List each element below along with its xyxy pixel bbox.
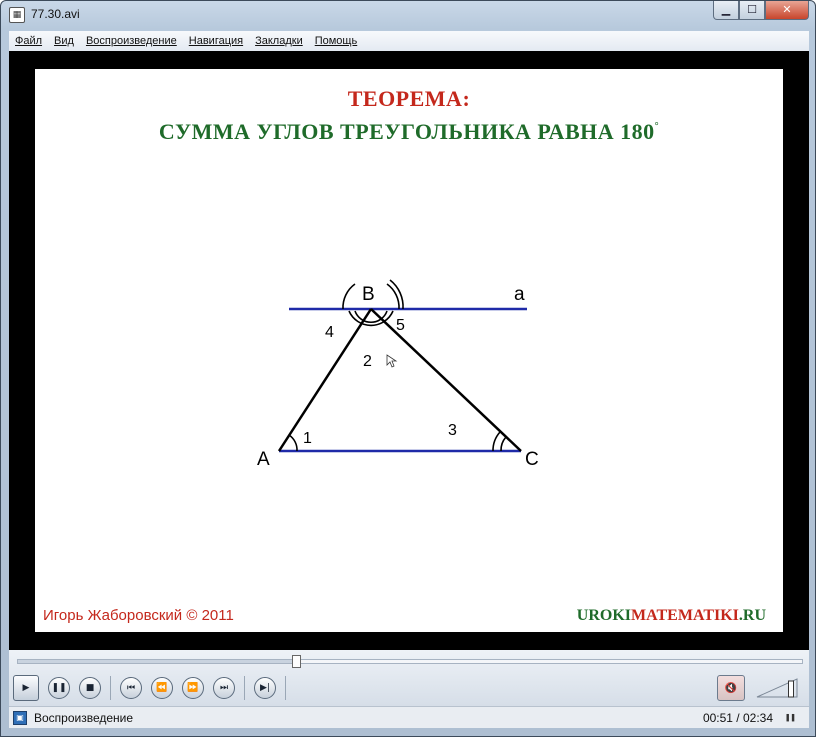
time-display: 00:51 / 02:34: [702, 711, 773, 725]
close-button[interactable]: ✕: [765, 1, 809, 20]
status-bar: ▣ Воспроизведение 00:51 / 02:34 ❚❚: [9, 706, 809, 728]
skip-back-icon: ⏮: [126, 683, 136, 693]
mouse-cursor-icon: [386, 354, 398, 368]
status-text: Воспроизведение: [34, 711, 134, 725]
play-icon: ▶: [22, 683, 30, 693]
label-a: A: [257, 449, 270, 470]
side-bc: [370, 308, 522, 452]
menu-bookmarks[interactable]: Закладки: [249, 35, 309, 47]
rewind-button[interactable]: ⏪: [151, 677, 173, 699]
stop-icon: ■: [85, 683, 95, 693]
playback-controls: ▶ ❚❚ ■ ⏮ ⏪ ⏩ ⏭ ▶| 🔇: [9, 650, 809, 706]
site-part-2: MATEMATIKI: [631, 607, 739, 624]
angle-label-3: 3: [448, 422, 457, 439]
angle-arc-4: [342, 283, 356, 310]
fast-forward-button[interactable]: ⏩: [182, 677, 204, 699]
minimize-button[interactable]: ▁: [713, 1, 739, 20]
angle-label-2: 2: [363, 353, 372, 370]
angle-label-4: 4: [325, 324, 334, 341]
speaker-muted-icon: 🔇: [724, 682, 738, 694]
frame-step-button[interactable]: ▶|: [254, 677, 276, 699]
rewind-icon: ⏪: [156, 683, 168, 693]
play-button[interactable]: ▶: [13, 675, 39, 701]
angle-label-5: 5: [396, 317, 405, 334]
pause-button[interactable]: ❚❚: [48, 677, 70, 699]
label-a-line: a: [514, 284, 525, 305]
label-b: B: [362, 284, 375, 305]
maximize-button[interactable]: ☐: [739, 1, 765, 20]
video-frame: ТЕОРЕМА: СУММА УГЛОВ ТРЕУГОЛЬНИКА РАВНА …: [35, 69, 783, 632]
player-window: ▦ 77.30.avi ▁ ☐ ✕ Файл Вид Воспроизведен…: [0, 0, 816, 737]
site-logo: UROKIMATEMATIKI.RU: [577, 607, 766, 625]
window-controls: ▁ ☐ ✕: [713, 1, 809, 21]
seek-thumb[interactable]: [292, 655, 302, 668]
skip-back-button[interactable]: ⏮: [120, 677, 142, 699]
triangle-diagram: B a A C 1 2 3 4 5: [257, 279, 539, 470]
separator: [110, 676, 111, 700]
menu-help[interactable]: Помощь: [309, 35, 364, 47]
pause-icon: ❚❚: [51, 683, 67, 693]
transport-buttons: ▶ ❚❚ ■ ⏮ ⏪ ⏩ ⏭ ▶|: [13, 675, 295, 701]
skip-forward-button[interactable]: ⏭: [213, 677, 235, 699]
seek-progress: [18, 660, 297, 663]
angle-arc-1: [288, 434, 298, 452]
site-part-1: UROKI: [576, 607, 632, 624]
angle-arc-3-inner: [500, 436, 507, 452]
menu-view[interactable]: Вид: [48, 35, 80, 47]
volume-thumb[interactable]: [788, 680, 794, 698]
menu-playback[interactable]: Воспроизведение: [80, 35, 183, 47]
title-bar[interactable]: ▦ 77.30.avi ▁ ☐ ✕: [1, 1, 815, 29]
fast-forward-icon: ⏩: [187, 683, 199, 693]
skip-forward-icon: ⏭: [219, 683, 229, 693]
window-title: 77.30.avi: [31, 7, 80, 21]
frame-step-icon: ▶|: [260, 683, 270, 693]
volume-slider[interactable]: [755, 677, 799, 699]
mute-button[interactable]: 🔇: [717, 675, 745, 701]
separator: [244, 676, 245, 700]
app-icon[interactable]: ▦: [9, 7, 25, 23]
status-app-icon: ▣: [13, 711, 27, 725]
author-credit: Игорь Жаборовский © 2011: [43, 607, 234, 624]
site-part-3: .RU: [738, 607, 766, 624]
stop-button[interactable]: ■: [79, 677, 101, 699]
menu-navigation[interactable]: Навигация: [183, 35, 249, 47]
video-area[interactable]: ТЕОРЕМА: СУММА УГЛОВ ТРЕУГОЛЬНИКА РАВНА …: [9, 51, 809, 650]
label-c: C: [525, 449, 539, 470]
angle-arc-3-outer: [492, 431, 501, 452]
seek-bar[interactable]: [17, 655, 803, 668]
menu-bar: Файл Вид Воспроизведение Навигация Закла…: [9, 31, 809, 51]
resize-grip-icon[interactable]: ❚❚: [785, 711, 803, 725]
menu-file[interactable]: Файл: [9, 35, 48, 47]
angle-label-1: 1: [303, 430, 312, 447]
separator: [285, 676, 286, 700]
